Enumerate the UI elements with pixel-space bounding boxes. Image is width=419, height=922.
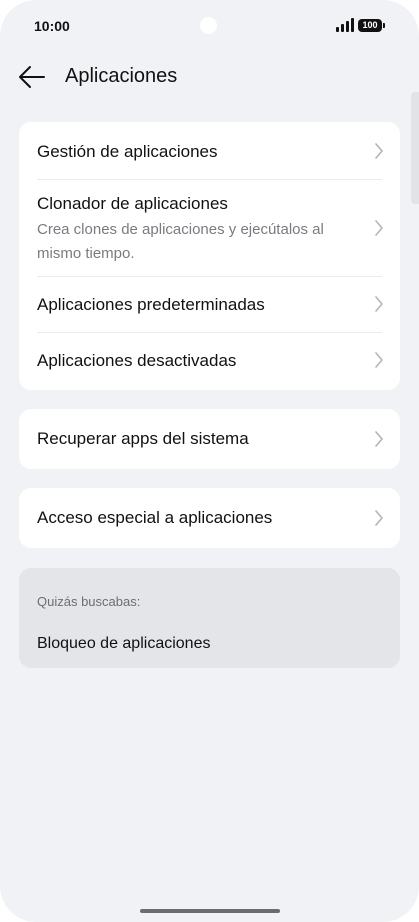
special-app-access-row[interactable]: Acceso especial a aplicaciones [19, 488, 400, 548]
settings-group-special-access: Acceso especial a aplicaciones [19, 488, 400, 548]
suggestions-panel: Quizás buscabas: Bloqueo de aplicaciones [19, 568, 400, 668]
app-header: Aplicaciones [0, 52, 419, 102]
row-label: Acceso especial a aplicaciones [37, 508, 273, 527]
signal-bars-icon [336, 18, 354, 32]
scrollbar[interactable] [411, 92, 419, 204]
home-indicator[interactable] [140, 909, 280, 913]
settings-group-apps: Gestión de aplicaciones Clonador de apli… [19, 122, 400, 390]
default-apps-row[interactable]: Aplicaciones predeterminadas [19, 277, 400, 333]
chevron-right-icon [375, 510, 383, 526]
recover-system-apps-row[interactable]: Recuperar apps del sistema [19, 409, 400, 469]
page-title: Aplicaciones [65, 65, 178, 87]
battery-icon: 100 [358, 19, 385, 32]
chevron-right-icon [375, 352, 383, 368]
row-description: Crea clones de aplicaciones y ejecútalos… [37, 221, 324, 262]
status-time: 10:00 [34, 18, 70, 34]
row-label: Recuperar apps del sistema [37, 429, 249, 448]
status-bar: 10:00 100 [0, 0, 419, 52]
disabled-apps-row[interactable]: Aplicaciones desactivadas [19, 333, 400, 390]
chevron-right-icon [375, 143, 383, 159]
suggestion-app-lock-link[interactable]: Bloqueo de aplicaciones [37, 635, 210, 653]
chevron-right-icon [375, 431, 383, 447]
settings-group-system-apps: Recuperar apps del sistema [19, 409, 400, 469]
row-label: Aplicaciones predeterminadas [37, 295, 265, 314]
chevron-right-icon [375, 220, 383, 236]
chevron-right-icon [375, 296, 383, 312]
row-label: Gestión de aplicaciones [37, 142, 218, 161]
app-cloner-row[interactable]: Clonador de aplicaciones Crea clones de … [19, 180, 400, 276]
phone-screen: 10:00 100 Aplicaciones Gestión de aplica… [0, 0, 419, 922]
row-label: Clonador de aplicaciones [37, 194, 228, 213]
arrow-left-icon[interactable] [16, 63, 48, 91]
row-label: Aplicaciones desactivadas [37, 351, 237, 370]
suggestions-caption: Quizás buscabas: [37, 594, 141, 609]
app-management-row[interactable]: Gestión de aplicaciones [19, 122, 400, 180]
front-camera-icon [200, 17, 217, 34]
